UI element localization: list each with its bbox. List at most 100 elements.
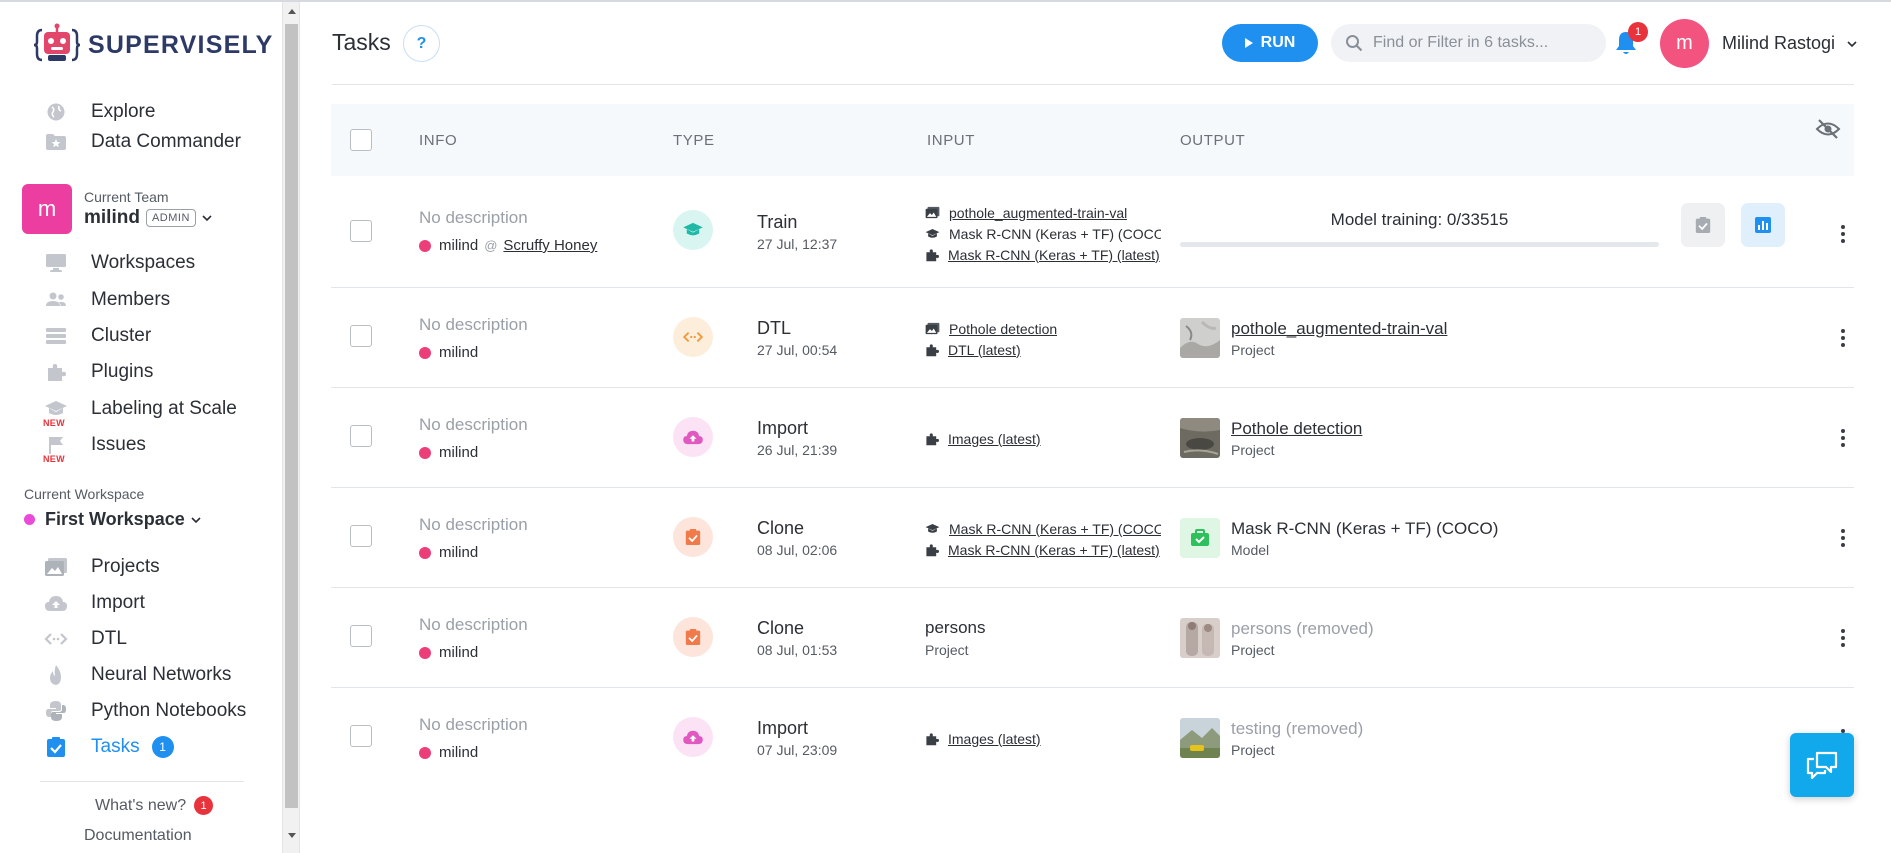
nav-issues[interactable]: NEW Issues bbox=[43, 430, 280, 464]
input-link[interactable]: Pothole detection bbox=[949, 321, 1057, 337]
nav-label: Import bbox=[91, 592, 145, 613]
column-type[interactable]: TYPE bbox=[673, 132, 715, 149]
task-date: 08 Jul, 01:53 bbox=[757, 642, 838, 658]
owner-dot bbox=[419, 646, 431, 659]
row-checkbox[interactable] bbox=[350, 725, 372, 747]
search-input[interactable] bbox=[1373, 34, 1593, 52]
header-divider bbox=[332, 84, 1854, 85]
notifications-badge: 1 bbox=[1628, 22, 1648, 42]
project-thumb-icon[interactable] bbox=[1180, 318, 1220, 358]
input-item[interactable]: Mask R-CNN (Keras + TF) (COCO) bbox=[925, 518, 1161, 539]
input-link[interactable]: DTL (latest) bbox=[948, 342, 1021, 358]
workspace-dot bbox=[24, 514, 35, 525]
server-icon bbox=[44, 324, 68, 348]
nav-tasks[interactable]: Tasks 1 bbox=[44, 732, 280, 762]
graduation-cap-icon bbox=[673, 210, 713, 250]
nav-members[interactable]: Members bbox=[44, 285, 280, 315]
owner-name: milind bbox=[439, 544, 479, 561]
output-link[interactable]: Pothole detection bbox=[1231, 419, 1362, 439]
toggle-columns-button[interactable] bbox=[1815, 118, 1845, 148]
current-workspace[interactable]: First Workspace bbox=[24, 509, 202, 530]
run-button[interactable]: RUN bbox=[1222, 24, 1318, 62]
row-menu-button[interactable] bbox=[1837, 526, 1849, 550]
table-row[interactable]: No description milind Import 07 Jul, 23:… bbox=[331, 688, 1854, 788]
row-checkbox[interactable] bbox=[350, 625, 372, 647]
nav-python-notebooks[interactable]: Python Notebooks bbox=[44, 696, 280, 726]
puzzle-icon bbox=[926, 732, 939, 745]
session-link[interactable]: Scruffy Honey bbox=[503, 237, 597, 254]
nav-explore[interactable]: Explore bbox=[44, 97, 280, 127]
project-thumb-icon[interactable] bbox=[1180, 618, 1220, 658]
nav-import[interactable]: Import bbox=[44, 588, 280, 618]
logo[interactable]: SUPERVISELY bbox=[34, 22, 274, 68]
nav-projects[interactable]: Projects bbox=[44, 552, 280, 582]
row-checkbox[interactable] bbox=[350, 425, 372, 447]
task-type: Train bbox=[757, 212, 798, 232]
table-row[interactable]: No description milind Import 26 Jul, 21:… bbox=[331, 388, 1854, 488]
task-checklist-button[interactable] bbox=[1681, 203, 1725, 247]
scroll-thumb[interactable] bbox=[285, 24, 298, 808]
output-name: persons (removed) bbox=[1231, 619, 1374, 638]
notifications-button[interactable]: 1 bbox=[1614, 22, 1648, 58]
input-link[interactable]: Images (latest) bbox=[948, 431, 1041, 447]
table-row[interactable]: No description milind Clone 08 Jul, 01:5… bbox=[331, 588, 1854, 688]
table-row[interactable]: No description milind @ Scruffy Honey Tr… bbox=[331, 180, 1854, 288]
documentation-link[interactable]: Documentation bbox=[84, 827, 192, 845]
row-checkbox[interactable] bbox=[350, 325, 372, 347]
output-link[interactable]: pothole_augmented-train-val bbox=[1231, 319, 1447, 339]
current-team[interactable]: m Current Team milind ADMIN bbox=[22, 184, 213, 234]
task-inputs: Images (latest) bbox=[925, 728, 1161, 749]
user-avatar[interactable]: m bbox=[1660, 19, 1709, 68]
select-all-checkbox[interactable] bbox=[350, 129, 372, 151]
input-project-name: persons bbox=[925, 618, 986, 637]
help-button[interactable]: ? bbox=[403, 25, 440, 62]
whats-new-link[interactable]: What's new? 1 bbox=[95, 796, 214, 815]
nav-labeling-at-scale[interactable]: NEW Labeling at Scale bbox=[43, 394, 280, 428]
sidebar-scrollbar[interactable] bbox=[282, 2, 300, 853]
input-item[interactable]: Pothole detection bbox=[925, 318, 1161, 339]
column-output[interactable]: OUTPUT bbox=[1180, 132, 1245, 149]
task-description: No description bbox=[419, 615, 528, 634]
support-chat-button[interactable] bbox=[1790, 733, 1854, 797]
nav-plugins[interactable]: Plugins bbox=[44, 357, 280, 387]
input-link[interactable]: Mask R-CNN (Keras + TF) (latest) bbox=[948, 542, 1160, 558]
row-menu-button[interactable] bbox=[1837, 426, 1849, 450]
row-checkbox[interactable] bbox=[350, 220, 372, 242]
chevron-down-icon bbox=[1847, 40, 1857, 47]
project-thumb-icon[interactable] bbox=[1180, 418, 1220, 458]
input-link[interactable]: Mask R-CNN (Keras + TF) (COCO) bbox=[949, 521, 1161, 537]
input-item[interactable]: Mask R-CNN (Keras + TF) (latest) bbox=[925, 539, 1161, 560]
input-link[interactable]: Mask R-CNN (Keras + TF) (latest) bbox=[948, 247, 1160, 263]
input-item[interactable]: Mask R-CNN (Keras + TF) (latest) bbox=[925, 244, 1161, 265]
input-item[interactable]: Images (latest) bbox=[925, 428, 1161, 449]
scroll-up-icon[interactable] bbox=[288, 9, 296, 14]
input-link[interactable]: Images (latest) bbox=[948, 731, 1041, 747]
scroll-down-icon[interactable] bbox=[288, 833, 296, 838]
project-thumb-icon[interactable] bbox=[1180, 718, 1220, 758]
task-charts-button[interactable] bbox=[1741, 203, 1785, 247]
nav-data-commander[interactable]: Data Commander bbox=[44, 127, 280, 157]
table-row[interactable]: No description milind DTL 27 Jul, 00:54 … bbox=[331, 288, 1854, 388]
nav-cluster[interactable]: Cluster bbox=[44, 321, 280, 351]
search-icon bbox=[1346, 35, 1363, 52]
task-description: No description bbox=[419, 515, 528, 534]
nav-neural-networks[interactable]: Neural Networks bbox=[44, 660, 280, 690]
input-item[interactable]: DTL (latest) bbox=[925, 339, 1161, 360]
row-menu-button[interactable] bbox=[1837, 626, 1849, 650]
chevron-down-icon[interactable] bbox=[201, 212, 213, 224]
nav-label: Tasks bbox=[91, 736, 140, 757]
nav-workspaces[interactable]: Workspaces bbox=[44, 248, 280, 278]
task-search[interactable] bbox=[1331, 24, 1606, 62]
column-input[interactable]: INPUT bbox=[927, 132, 975, 149]
nav-dtl[interactable]: DTL bbox=[44, 624, 280, 654]
table-row[interactable]: No description milind Clone 08 Jul, 02:0… bbox=[331, 488, 1854, 588]
row-menu-button[interactable] bbox=[1837, 222, 1849, 246]
user-menu[interactable]: Milind Rastogi bbox=[1722, 33, 1859, 54]
row-menu-button[interactable] bbox=[1837, 326, 1849, 350]
input-item[interactable]: Images (latest) bbox=[925, 728, 1161, 749]
row-checkbox[interactable] bbox=[350, 525, 372, 547]
model-bag-icon[interactable] bbox=[1180, 518, 1220, 558]
input-link[interactable]: pothole_augmented-train-val bbox=[949, 205, 1127, 221]
column-info[interactable]: INFO bbox=[419, 132, 457, 149]
input-item[interactable]: pothole_augmented-train-val bbox=[925, 202, 1161, 223]
